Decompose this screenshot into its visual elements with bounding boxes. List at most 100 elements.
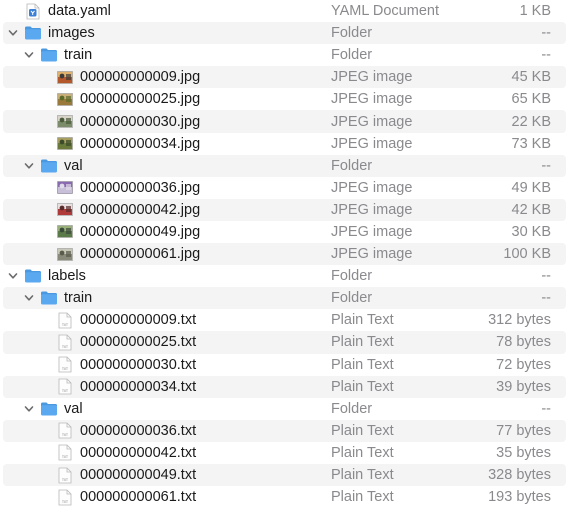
file-row[interactable]: 000000000025.jpg JPEG image 65 KB (0, 88, 569, 110)
file-size: 72 bytes (496, 356, 551, 373)
file-size: -- (541, 290, 551, 307)
file-row[interactable]: TXT 000000000042.txt Plain Text 35 bytes (0, 442, 569, 464)
name-cell: train (0, 287, 92, 309)
txt-badge-text: TXT (62, 478, 68, 482)
file-size: 193 bytes (488, 489, 551, 506)
file-row[interactable]: TXT 000000000025.txt Plain Text 78 bytes (3, 331, 566, 354)
txt-badge-text: TXT (62, 500, 68, 504)
disclosure-chevron-icon[interactable] (6, 26, 20, 40)
file-row[interactable]: 000000000009.jpg JPEG image 45 KB (3, 66, 566, 89)
disclosure-chevron-icon[interactable] (22, 291, 36, 305)
name-cell: 000000000036.jpg (0, 177, 200, 199)
file-kind: Folder (331, 290, 373, 307)
file-row[interactable]: TXT 000000000034.txt Plain Text 39 bytes (0, 375, 566, 398)
file-row[interactable]: 000000000034.jpg JPEG image 73 KB (0, 133, 569, 155)
folder-icon (40, 400, 58, 418)
file-name: 000000000049.jpg (80, 223, 201, 240)
file-name: 000000000042.jpg (80, 201, 201, 218)
file-name: 000000000061.jpg (80, 246, 201, 263)
file-name: 000000000042.txt (80, 444, 197, 461)
file-name: 000000000030.txt (80, 356, 197, 373)
file-name: 000000000036.txt (80, 422, 197, 439)
folder-icon (24, 267, 42, 285)
name-cell: TXT 000000000049.txt (0, 464, 196, 486)
name-cell: TXT 000000000009.txt (0, 309, 196, 331)
text-file-icon: TXT (56, 378, 74, 396)
disclosure-chevron-icon[interactable] (22, 159, 36, 173)
disclosure-chevron-icon[interactable] (22, 402, 36, 416)
image-thumbnail-icon (56, 179, 74, 197)
file-kind: Folder (331, 268, 373, 285)
folder-row[interactable]: val Folder -- (3, 154, 566, 177)
file-row[interactable]: TXT 000000000009.txt Plain Text 312 bytes (0, 309, 569, 331)
folder-row[interactable]: val Folder -- (0, 398, 569, 420)
folder-row[interactable]: train Folder -- (0, 287, 566, 310)
file-kind: Plain Text (331, 444, 394, 461)
disclosure-chevron-icon[interactable] (6, 269, 20, 283)
file-size: 30 KB (511, 223, 552, 240)
text-file-icon: TXT (56, 356, 74, 374)
name-cell: data.yaml (0, 0, 111, 22)
disclosure-chevron-icon[interactable] (22, 48, 36, 62)
folder-icon (40, 289, 58, 307)
txt-badge-text: TXT (62, 433, 68, 437)
folder-icon (40, 46, 58, 64)
name-cell: TXT 000000000061.txt (0, 486, 196, 508)
file-size: -- (541, 400, 551, 417)
file-row[interactable]: 000000000036.jpg JPEG image 49 KB (0, 177, 569, 199)
name-cell: images (0, 22, 95, 44)
text-file-icon: TXT (56, 333, 74, 351)
folder-icon (40, 157, 58, 175)
txt-badge-text: TXT (62, 389, 68, 393)
text-file-icon: TXT (56, 488, 74, 506)
file-kind: Plain Text (331, 422, 394, 439)
file-size: 73 KB (511, 135, 552, 152)
file-size: 78 bytes (496, 334, 551, 351)
file-row[interactable]: 000000000049.jpg JPEG image 30 KB (0, 221, 569, 243)
file-kind: JPEG image (331, 135, 413, 152)
name-cell: val (0, 398, 83, 420)
file-size: -- (541, 268, 551, 285)
file-row[interactable]: TXT 000000000049.txt Plain Text 328 bytes (0, 463, 566, 487)
file-size: 65 KB (511, 91, 552, 108)
image-thumbnail-icon (56, 135, 74, 153)
file-kind: JPEG image (331, 69, 413, 86)
folder-row[interactable]: images Folder -- (0, 22, 566, 45)
file-name: 000000000025.jpg (80, 91, 201, 108)
file-size: 1 KB (519, 3, 551, 20)
file-row[interactable]: TXT 000000000036.txt Plain Text 77 bytes (3, 419, 566, 442)
file-kind: Plain Text (331, 467, 394, 484)
file-name: train (64, 290, 93, 307)
file-row[interactable]: TXT 000000000061.txt Plain Text 193 bytes (0, 486, 569, 508)
file-row[interactable]: TXT 000000000030.txt Plain Text 72 bytes (0, 354, 569, 376)
file-row[interactable]: 000000000030.jpg JPEG image 22 KB (3, 110, 566, 133)
name-cell: train (0, 44, 92, 66)
name-cell: TXT 000000000034.txt (0, 376, 196, 398)
file-name: data.yaml (48, 3, 111, 20)
file-row[interactable]: data.yaml YAML Document 1 KB (0, 0, 569, 22)
file-row[interactable]: 000000000061.jpg JPEG image 100 KB (3, 243, 566, 266)
file-kind: Folder (331, 25, 373, 42)
file-size: -- (541, 25, 551, 42)
image-thumbnail-icon (56, 223, 74, 241)
txt-badge-text: TXT (62, 367, 68, 371)
folder-row[interactable]: labels Folder -- (0, 265, 569, 287)
file-size: 77 bytes (496, 422, 551, 439)
file-row[interactable]: 000000000042.jpg JPEG image 42 KB (3, 198, 566, 221)
file-kind: YAML Document (331, 3, 439, 20)
file-kind: JPEG image (331, 113, 413, 130)
file-name: val (64, 157, 83, 174)
folder-row[interactable]: train Folder -- (0, 44, 569, 66)
text-file-icon: TXT (56, 422, 74, 440)
file-kind: Plain Text (331, 489, 394, 506)
name-cell: 000000000034.jpg (0, 133, 200, 155)
